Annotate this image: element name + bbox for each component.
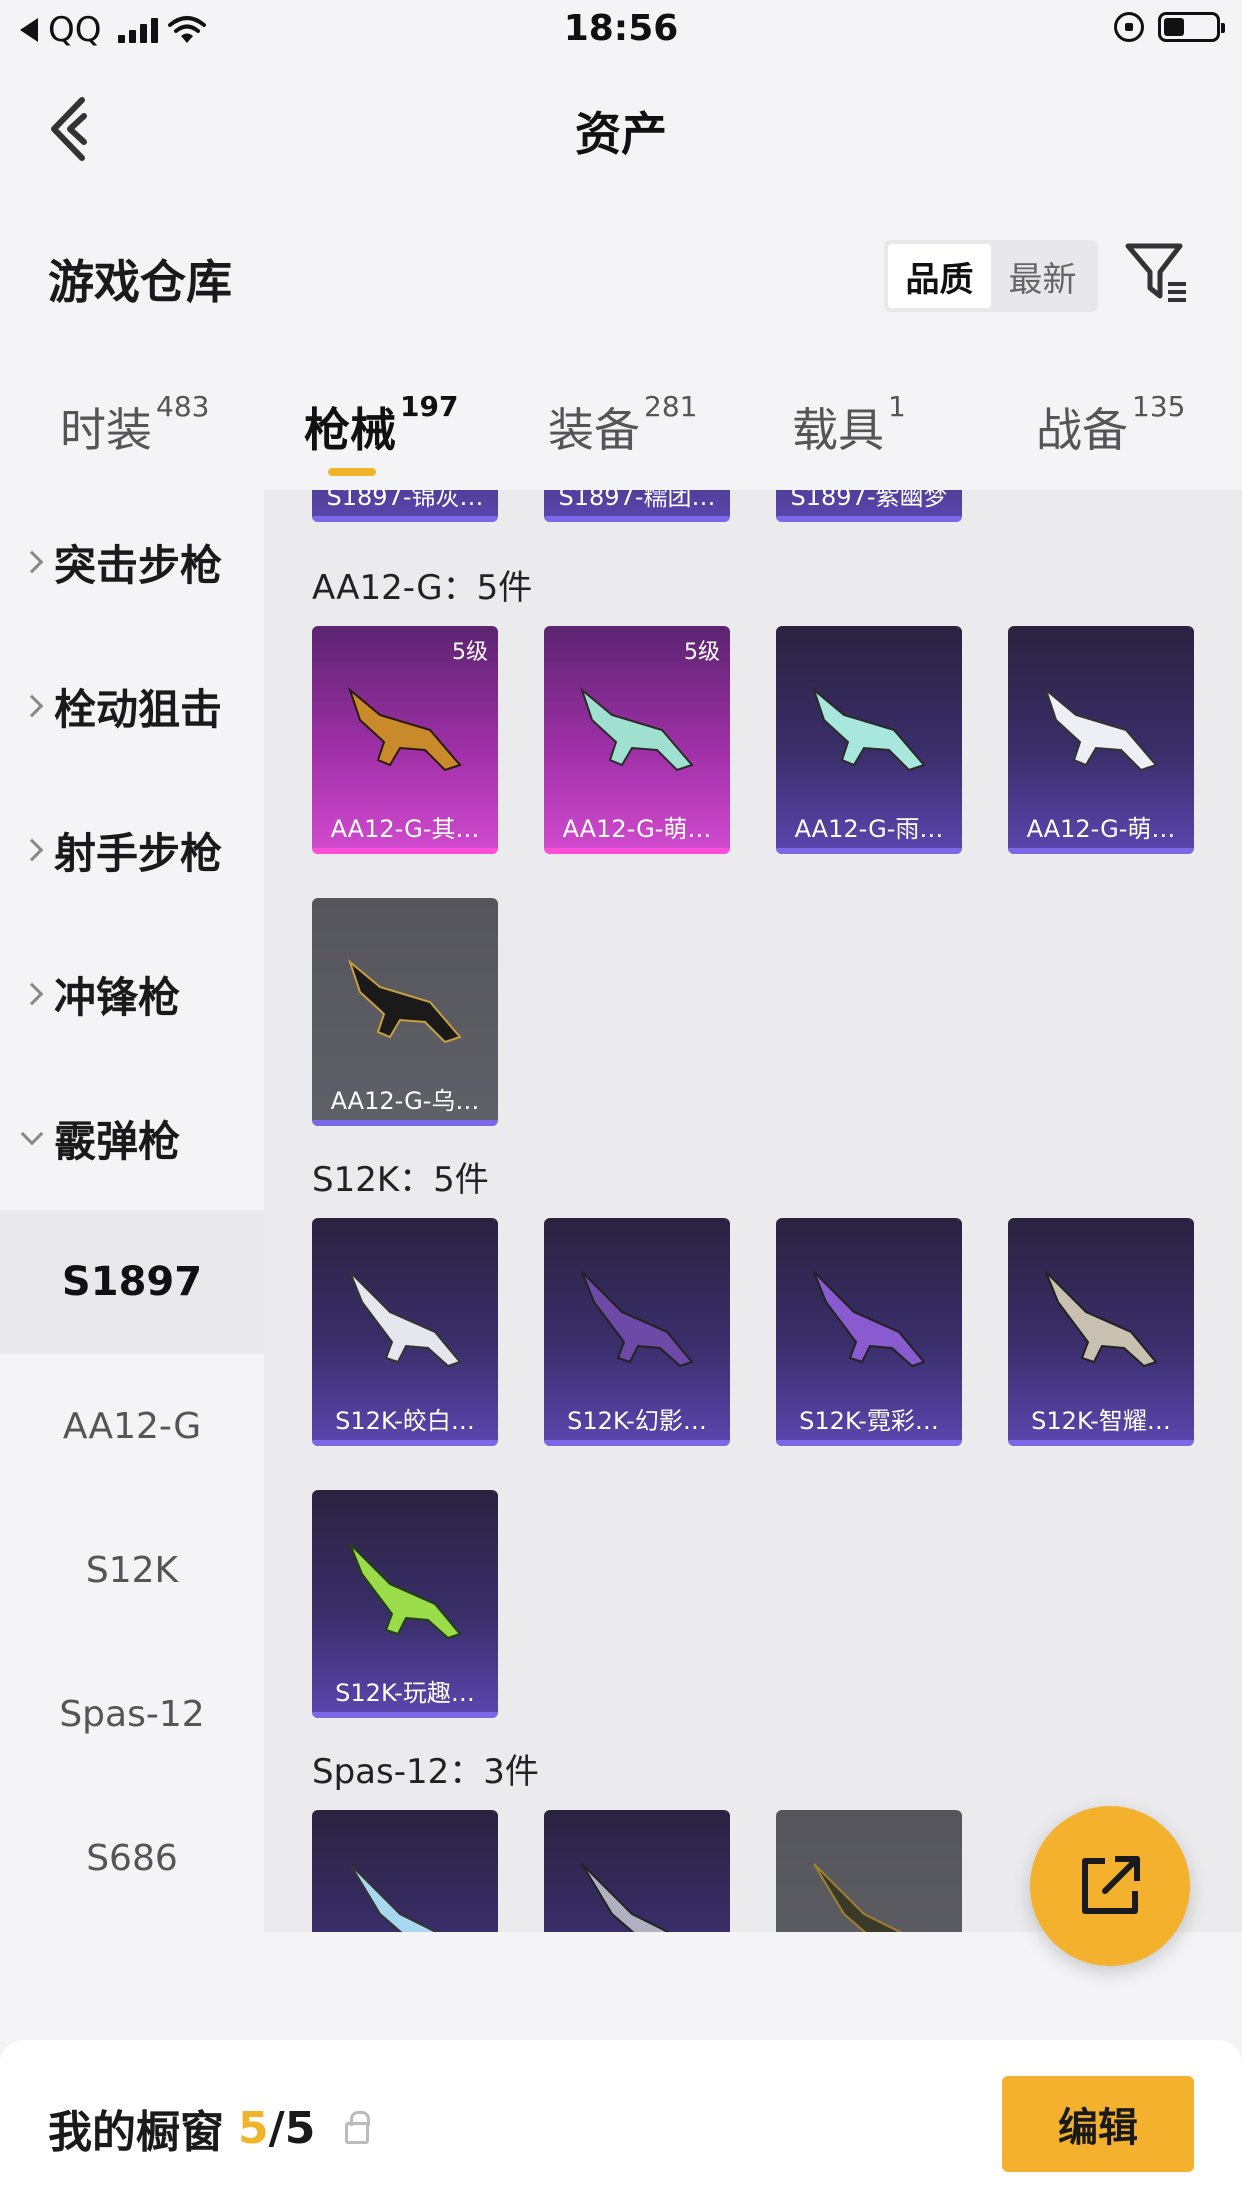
item-card[interactable]	[544, 1810, 730, 1932]
sidebar-sub-s12k[interactable]: S12K	[0, 1498, 264, 1642]
item-card[interactable]: S12K-幻影…	[544, 1218, 730, 1446]
status-right	[1114, 12, 1225, 42]
tab-vehicles[interactable]: 载具 1	[792, 390, 906, 460]
battery-icon	[1158, 12, 1225, 42]
rotation-lock-icon	[1114, 12, 1144, 42]
gun-image	[1043, 686, 1158, 772]
item-card[interactable]: S12K-玩趣…	[312, 1490, 498, 1718]
sidebar-item-marksman-rifle[interactable]: 射手步枪	[0, 778, 264, 922]
sidebar-item-assault-rifle[interactable]: 突击步枪	[0, 490, 264, 634]
status-time: 18:56	[563, 8, 679, 49]
item-card[interactable]: AA12-G-萌…	[1008, 626, 1194, 854]
gun-image	[579, 686, 694, 772]
chevron-right-icon	[20, 550, 44, 574]
share-icon	[1082, 1856, 1140, 1914]
sidebar-sub-s686[interactable]: S686	[0, 1786, 264, 1930]
sidebar-item-shotgun[interactable]: 霰弹枪	[0, 1066, 264, 1210]
item-card[interactable]: 5级 AA12-G-萌…	[544, 626, 730, 854]
chevron-right-icon	[20, 694, 44, 718]
item-card[interactable]: S1897-糯团…	[544, 490, 730, 522]
gun-image	[1045, 1271, 1158, 1368]
chevron-right-icon	[20, 838, 44, 862]
sidebar-sub-spas12[interactable]: Spas-12	[0, 1642, 264, 1786]
tab-fashion[interactable]: 时装 483	[60, 390, 209, 460]
tab-supplies[interactable]: 战备 135	[1036, 390, 1185, 460]
gun-image	[813, 1271, 926, 1368]
item-card[interactable]: AA12-G-雨…	[776, 626, 962, 854]
sidebar-item-smg[interactable]: 冲锋枪	[0, 922, 264, 1066]
sidebar-sub-s1897[interactable]: S1897	[0, 1210, 264, 1354]
lock-icon	[345, 2111, 371, 2144]
bottom-bar: 我的橱窗 5 /5 编辑	[0, 2040, 1242, 2208]
filter-icon[interactable]	[1124, 240, 1190, 306]
group-title-aa12g: AA12-G：5件	[312, 568, 533, 608]
group-title-spas12: Spas-12：3件	[312, 1752, 539, 1792]
item-card[interactable]: S1897-紫幽梦	[776, 490, 962, 522]
group-title-s12k: S12K：5件	[312, 1160, 489, 1200]
category-tabs: 时装 483 枪械 197 装备 281 载具 1 战备 135	[0, 380, 1242, 490]
chevron-down-icon	[20, 1122, 44, 1146]
item-grid: S1897-锦灰… S1897-糯团… S1897-紫幽梦 AA12-G：5件 …	[264, 490, 1242, 1932]
item-card[interactable]: S12K-智耀…	[1008, 1218, 1194, 1446]
chevron-right-icon	[20, 982, 44, 1006]
level-badge: 5级	[684, 640, 720, 665]
item-card[interactable]	[312, 1810, 498, 1932]
weapon-sidebar: 突击步枪 栓动狙击 射手步枪 冲锋枪 霰弹枪 S1897 AA12-G S12K…	[0, 490, 264, 1932]
sort-quality-button[interactable]: 品质	[888, 244, 991, 308]
gun-image	[581, 1271, 694, 1368]
gun-image	[811, 686, 926, 772]
item-card[interactable]: AA12-G-乌…	[312, 898, 498, 1126]
item-card[interactable]	[776, 1810, 962, 1932]
showcase-info: 我的橱窗 5 /5	[48, 2096, 371, 2160]
tab-equipment[interactable]: 装备 281	[548, 390, 697, 460]
sidebar-sub-aa12g[interactable]: AA12-G	[0, 1354, 264, 1498]
nav-bar: 资产	[0, 62, 1242, 192]
tab-firearms[interactable]: 枪械 197	[304, 390, 458, 460]
tab-indicator	[328, 468, 376, 476]
edit-button[interactable]: 编辑	[1002, 2076, 1194, 2172]
share-button[interactable]	[1030, 1806, 1190, 1966]
level-badge: 5级	[452, 640, 488, 665]
item-card[interactable]: S1897-锦灰…	[312, 490, 498, 522]
sort-newest-button[interactable]: 最新	[991, 244, 1094, 308]
gun-image	[349, 1271, 462, 1368]
sidebar-item-bolt-sniper[interactable]: 栓动狙击	[0, 634, 264, 778]
gun-image	[349, 1543, 462, 1640]
gun-image	[349, 1863, 439, 1932]
sort-toggle: 品质 最新	[884, 240, 1098, 312]
item-card[interactable]: 5级 AA12-G-其…	[312, 626, 498, 854]
item-card[interactable]: S12K-霓彩…	[776, 1218, 962, 1446]
status-bar: QQ 18:56	[0, 0, 1242, 62]
showcase-label: 我的橱窗	[48, 2107, 224, 2158]
section-title: 游戏仓库	[48, 255, 232, 309]
gun-image	[347, 686, 462, 772]
gun-image	[813, 1863, 903, 1932]
item-card[interactable]: S12K-皎白…	[312, 1218, 498, 1446]
page-title: 资产	[575, 107, 667, 161]
gun-image	[581, 1863, 671, 1932]
showcase-total: /5	[268, 2102, 316, 2154]
gun-image	[347, 958, 462, 1044]
showcase-count: 5	[238, 2102, 269, 2154]
